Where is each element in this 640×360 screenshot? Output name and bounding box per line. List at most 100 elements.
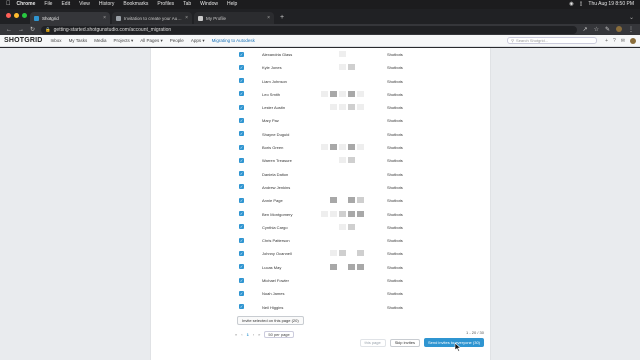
last-page-icon[interactable]: » — [258, 332, 260, 337]
share-icon[interactable]: ↗ — [583, 26, 588, 33]
user-group: Shotbots — [387, 78, 403, 84]
menubar-clock[interactable]: Thu Aug 19 8:50 PM — [588, 0, 634, 9]
menu-profiles[interactable]: Profiles — [157, 0, 174, 9]
thumbnail-cell — [330, 277, 337, 283]
menu-edit[interactable]: Edit — [61, 0, 70, 9]
skip-invites-button[interactable]: Skip invites — [389, 338, 420, 347]
nav-inbox[interactable]: Inbox — [51, 38, 62, 43]
user-checkbox[interactable]: ✓ — [239, 144, 244, 150]
nav-people[interactable]: People — [170, 38, 184, 43]
first-page-icon[interactable]: « — [235, 332, 237, 337]
menu-app-name[interactable]: Chrome — [17, 0, 36, 9]
user-name: Mary Paz — [262, 118, 279, 124]
wifi-icon[interactable]: ◉ — [569, 0, 573, 9]
user-group: Shotbots — [387, 105, 403, 111]
extensions-icon[interactable]: ✎ — [605, 26, 610, 33]
prev-page-icon[interactable]: ‹ — [241, 332, 242, 337]
menu-window[interactable]: Window — [200, 0, 218, 9]
nav-my-tasks[interactable]: My Tasks — [69, 38, 88, 43]
user-checkbox[interactable]: ✓ — [239, 237, 244, 243]
bookmark-star-icon[interactable]: ☆ — [594, 26, 599, 33]
thumbnail-cell — [357, 51, 364, 57]
user-checkbox[interactable]: ✓ — [239, 51, 244, 57]
back-icon[interactable]: ← — [6, 27, 12, 33]
nav-apps[interactable]: Apps ▾ — [191, 38, 205, 44]
menu-help[interactable]: Help — [227, 0, 237, 9]
more-menu-icon[interactable]: ⋮ — [628, 26, 634, 33]
thumbnail-cell — [330, 210, 337, 217]
forward-icon[interactable]: → — [18, 27, 24, 33]
menu-file[interactable]: File — [44, 0, 52, 9]
thumbnail-cell — [357, 90, 364, 97]
user-checkbox[interactable]: ✓ — [239, 277, 244, 283]
nav-migrating-to-autodesk[interactable]: Migrating to Autodesk — [212, 38, 255, 43]
reload-icon[interactable]: ↻ — [30, 26, 35, 33]
close-tab-icon[interactable]: × — [267, 15, 270, 21]
apple-icon[interactable]:  — [6, 0, 11, 9]
user-checkbox[interactable]: ✓ — [239, 264, 244, 270]
user-checkbox[interactable]: ✓ — [239, 171, 244, 177]
tab-my-profile[interactable]: My Profile × — [194, 12, 274, 24]
menu-tab[interactable]: Tab — [183, 0, 191, 9]
thumbnail-cell — [330, 144, 337, 151]
shotgrid-logo[interactable]: SHOTGRID — [4, 37, 43, 44]
nav-all-pages[interactable]: All Pages ▾ — [140, 38, 163, 44]
user-checkbox[interactable]: ✓ — [239, 224, 244, 230]
user-checkbox[interactable]: ✓ — [239, 157, 244, 163]
user-checkbox[interactable]: ✓ — [239, 78, 244, 84]
user-name: Warren Treasure — [262, 158, 292, 164]
menu-history[interactable]: History — [99, 0, 115, 9]
close-tab-icon[interactable]: × — [185, 15, 188, 21]
user-checkbox[interactable]: ✓ — [239, 184, 244, 190]
new-tab-icon[interactable]: + — [276, 12, 288, 24]
nav-media[interactable]: Media — [94, 38, 106, 43]
thumbnail-cell — [321, 250, 328, 256]
tab-invitation[interactable]: Invitation to create your Autod... × — [112, 12, 192, 24]
close-tab-icon[interactable]: × — [103, 15, 106, 21]
next-page-icon[interactable]: › — [253, 332, 254, 337]
address-bar[interactable]: 🔒 getting-started.shotgunstudio.com/acco… — [41, 25, 577, 34]
profile-avatar[interactable] — [616, 26, 622, 32]
help-icon[interactable]: ? — [613, 38, 616, 44]
user-checkbox[interactable]: ✓ — [239, 64, 244, 70]
user-name: Liam Johnson — [262, 78, 287, 84]
invite-page-button[interactable]: Invite selected on this page (20) — [237, 316, 304, 325]
thumbnail-cell — [348, 104, 355, 111]
lock-icon[interactable]: 🔒 — [45, 27, 51, 33]
tab-shotgrid[interactable]: Shotgrid × — [30, 12, 110, 24]
thumbnail-cell — [357, 104, 364, 111]
user-checkbox[interactable]: ✓ — [239, 250, 244, 256]
global-search-input[interactable]: ⚲ Search Shotgrid... — [507, 37, 598, 44]
user-name: Cynthia Cargo — [262, 224, 288, 230]
close-window-icon[interactable] — [6, 13, 11, 18]
minimize-window-icon[interactable] — [14, 13, 19, 18]
user-avatar[interactable] — [630, 37, 636, 44]
thumbnail-cell — [348, 117, 355, 123]
user-checkbox[interactable]: ✓ — [239, 91, 244, 97]
battery-icon[interactable]: ▯ — [580, 0, 583, 9]
menu-view[interactable]: View — [79, 0, 90, 9]
nav-right-icons: + ? ✉ — [605, 37, 636, 44]
zoom-window-icon[interactable] — [22, 13, 27, 18]
user-group: Shotbots — [387, 118, 403, 124]
notifications-icon[interactable]: ✉ — [621, 38, 625, 44]
this-page-button[interactable]: this page — [359, 338, 386, 347]
user-group: Shotbots — [387, 158, 403, 164]
mail-favicon-icon — [116, 15, 121, 21]
user-checkbox[interactable]: ✓ — [239, 211, 244, 217]
page-number[interactable]: 1 — [247, 332, 249, 337]
user-checkbox[interactable]: ✓ — [239, 131, 244, 137]
nav-projects[interactable]: Projects ▾ — [114, 38, 134, 44]
user-checkbox[interactable]: ✓ — [239, 104, 244, 110]
user-row: ✓ Liam Johnson Shotbots — [151, 75, 490, 88]
add-icon[interactable]: + — [605, 38, 608, 44]
thumbnail-cell — [321, 104, 328, 110]
per-page-select[interactable]: 50 per page — [264, 331, 294, 338]
user-checkbox[interactable]: ✓ — [239, 117, 244, 123]
tab-search-icon[interactable]: ⌄ — [629, 12, 640, 24]
user-checkbox[interactable]: ✓ — [239, 197, 244, 203]
user-checkbox[interactable]: ✓ — [239, 290, 244, 296]
user-group: Shotbots — [387, 291, 403, 297]
menu-bookmarks[interactable]: Bookmarks — [123, 0, 148, 9]
user-checkbox[interactable]: ✓ — [239, 304, 244, 310]
